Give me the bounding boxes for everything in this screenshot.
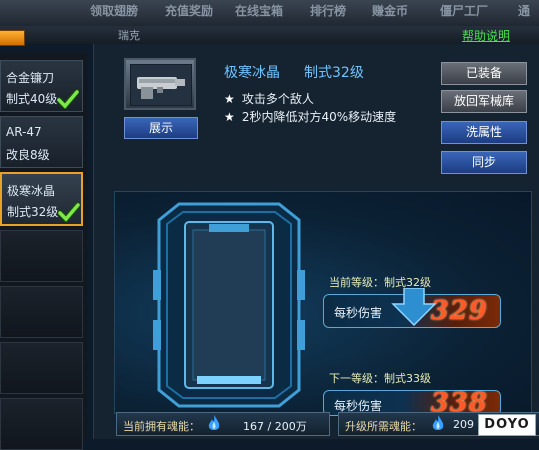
reroll-attributes-button[interactable]: 洗属性	[441, 121, 527, 144]
weapon-slot-3[interactable]: 极寒冰晶 制式32级	[0, 172, 83, 226]
sync-button[interactable]: 同步	[441, 151, 527, 174]
tab-online-chest[interactable]: 在线宝箱	[235, 2, 283, 19]
weapon-slot-level: 制式32级	[7, 205, 59, 219]
star-icon: ★	[224, 92, 235, 106]
weapon-slot-name: 极寒冰晶	[7, 184, 56, 198]
help-link[interactable]: 帮助说明	[462, 27, 510, 44]
owned-souls-value: 167 / 200万	[243, 420, 307, 433]
arrow-down-icon	[391, 288, 437, 326]
weapon-name: 极寒冰晶	[224, 65, 280, 81]
owned-souls-label: 当前拥有魂能：	[123, 420, 200, 433]
feature-text: 2秒内降低对方40%移动速度	[241, 110, 397, 124]
feature-text: 攻击多个敌人	[241, 92, 314, 106]
weapon-slot-empty[interactable]	[0, 286, 83, 338]
return-armory-button[interactable]: 放回军械库	[441, 90, 527, 113]
category-tab[interactable]	[0, 30, 25, 46]
owned-souls-bar: 当前拥有魂能： 167 / 200万	[116, 412, 330, 436]
weapon-icon-frame	[124, 58, 196, 110]
next-level-label: 下一等级：制式33级	[329, 372, 431, 385]
dps-label: 每秒伤害	[334, 306, 383, 320]
soul-flame-icon	[432, 415, 444, 430]
site-watermark: DOYO	[478, 414, 536, 436]
tab-zombie-factory[interactable]: 僵尸工厂	[440, 2, 488, 19]
gun-icon	[137, 77, 185, 99]
weapon-slot-empty[interactable]	[0, 230, 83, 282]
weapon-slot-level: 改良8级	[6, 148, 50, 162]
tab-leaderboard[interactable]: 排行榜	[310, 2, 346, 19]
soul-flame-icon	[208, 415, 220, 430]
equipped-check-icon	[57, 89, 79, 109]
upgrade-panel: 当前等级：制式32级 每秒伤害 329 下一等级：制式33级 每秒伤害 338	[114, 191, 532, 418]
player-name: 瑞克	[118, 29, 140, 42]
upgrade-chip-icon	[153, 202, 305, 408]
weapon-list: 合金镰刀 制式40级 AR-47 改良8级 极寒冰晶 制式32级	[0, 52, 87, 450]
weapon-slot-name: AR-47	[6, 125, 42, 139]
equipped-check-icon	[58, 202, 80, 222]
equipped-button[interactable]: 已装备	[441, 62, 527, 85]
weapon-level: 制式32级	[304, 65, 364, 81]
weapon-slot-empty[interactable]	[0, 398, 83, 450]
required-souls-value: 209	[453, 418, 474, 431]
weapon-slot-name: 合金镰刀	[6, 71, 55, 85]
required-souls-label: 升级所需魂能：	[345, 420, 422, 433]
current-dps-value: 329	[430, 296, 488, 326]
weapon-slot-level: 制式40级	[6, 92, 58, 106]
weapon-feature: ★ 2秒内降低对方40%移动速度	[224, 108, 396, 125]
weapon-detail-panel: 展示 极寒冰晶 制式32级 ★ 攻击多个敌人 ★ 2秒内降低对方40%移动速度 …	[93, 44, 539, 439]
weapon-slot-1[interactable]: 合金镰刀 制式40级	[0, 60, 83, 112]
star-icon: ★	[224, 110, 235, 124]
tab-more[interactable]: 通	[518, 2, 530, 19]
weapon-slot-empty[interactable]	[0, 342, 83, 394]
tab-wings[interactable]: 领取翅膀	[90, 2, 138, 19]
top-nav: 领取翅膀 充值奖励 在线宝箱 排行榜 赚金币 僵尸工厂 通	[0, 0, 539, 27]
sub-bar: 瑞克 帮助说明	[0, 26, 539, 44]
show-weapon-button[interactable]: 展示	[124, 117, 198, 139]
weapon-slot-2[interactable]: AR-47 改良8级	[0, 116, 83, 168]
tab-recharge-reward[interactable]: 充值奖励	[165, 2, 213, 19]
weapon-feature: ★ 攻击多个敌人	[224, 90, 314, 107]
tab-earn-gold[interactable]: 赚金币	[372, 2, 408, 19]
